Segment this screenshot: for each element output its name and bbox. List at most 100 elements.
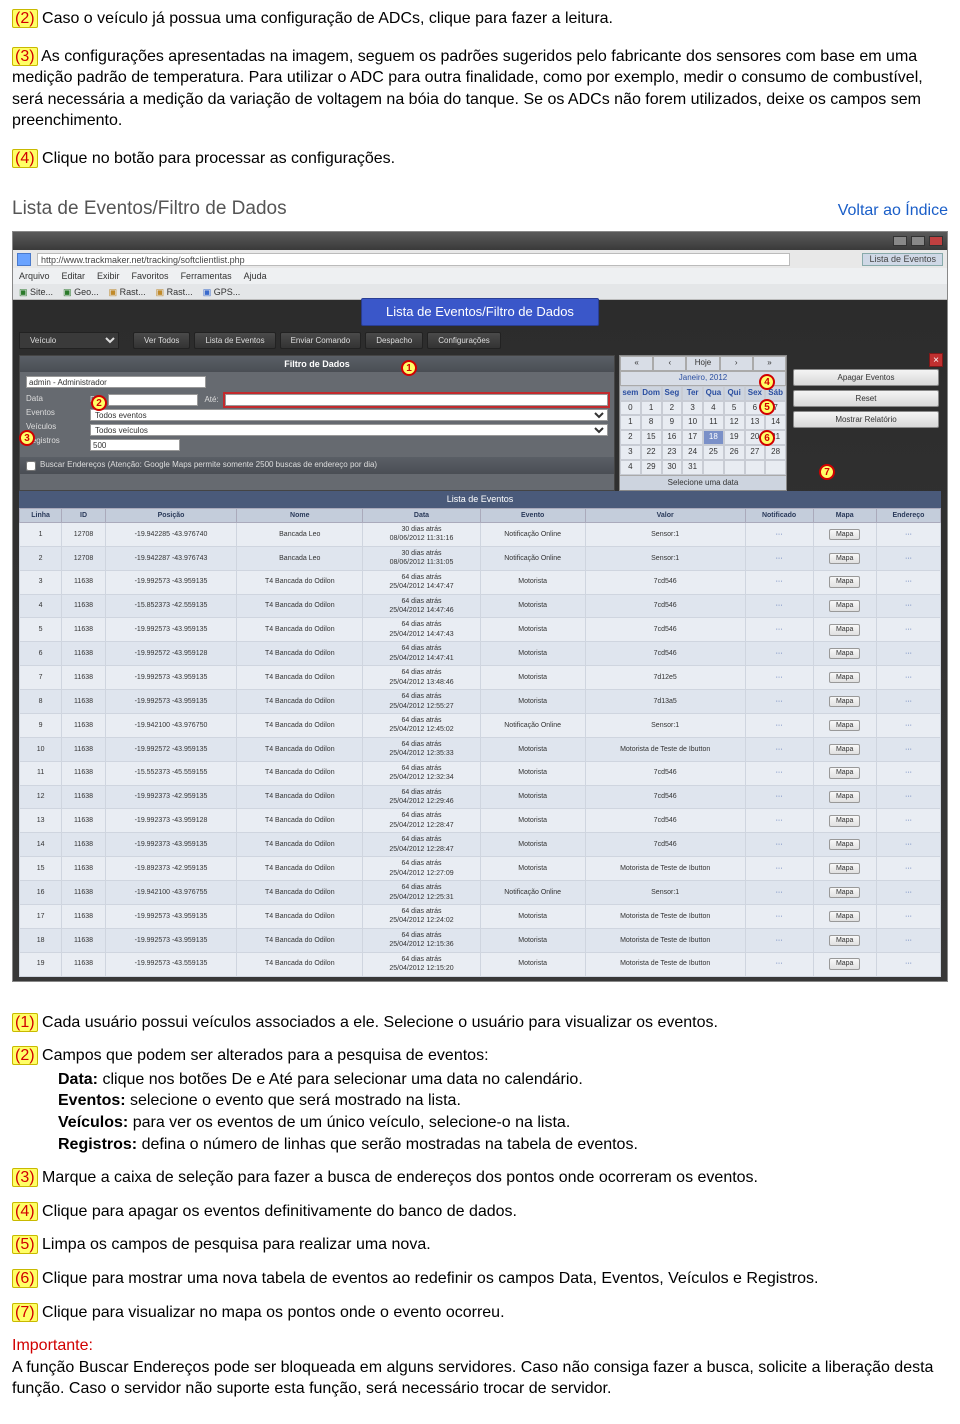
- date-from-input[interactable]: [108, 394, 198, 406]
- menu-item[interactable]: Ferramentas: [181, 270, 232, 282]
- cal-cell[interactable]: 0: [620, 401, 641, 416]
- fav-item[interactable]: ▣ Geo...: [63, 286, 99, 298]
- cal-cell[interactable]: 2: [662, 401, 683, 416]
- mapa-button[interactable]: Mapa: [829, 911, 861, 922]
- cal-cell[interactable]: 1: [641, 401, 662, 416]
- address-search-checkbox[interactable]: [26, 461, 36, 471]
- eventos-select[interactable]: Todos eventos: [90, 409, 608, 421]
- cal-cell[interactable]: 30: [662, 460, 683, 475]
- menu-item[interactable]: Exibir: [97, 270, 120, 282]
- table-cell: 7cd546: [585, 642, 745, 666]
- mapa-button[interactable]: Mapa: [829, 839, 861, 850]
- mapa-button[interactable]: Mapa: [829, 935, 861, 946]
- mapa-button[interactable]: Mapa: [829, 744, 861, 755]
- mapa-button[interactable]: Mapa: [829, 887, 861, 898]
- fav-item[interactable]: ▣ Rast...: [109, 286, 146, 298]
- address-bar[interactable]: http://www.trackmaker.net/tracking/softc…: [37, 253, 790, 266]
- note-number: (1): [12, 1013, 38, 1032]
- cal-cell[interactable]: 16: [662, 430, 683, 445]
- enviar-comando-button[interactable]: Enviar Comando: [280, 332, 362, 349]
- note-text: Limpa os campos de pesquisa para realiza…: [38, 1236, 431, 1253]
- cal-cell[interactable]: 15: [641, 430, 662, 445]
- fav-item[interactable]: ▣ GPS...: [203, 286, 241, 298]
- mapa-button[interactable]: Mapa: [829, 696, 861, 707]
- minimize-icon[interactable]: [893, 236, 907, 246]
- table-cell: 64 dias atrás25/04/2012 12:35:33: [363, 737, 480, 761]
- despacho-button[interactable]: Despacho: [365, 332, 423, 349]
- mapa-button[interactable]: Mapa: [829, 529, 861, 540]
- cal-cell[interactable]: 31: [682, 460, 703, 475]
- cal-next-1[interactable]: ›: [720, 356, 753, 371]
- mapa-button[interactable]: Mapa: [829, 815, 861, 826]
- table-cell: T4 Bancada do Odilon: [237, 857, 363, 881]
- table-cell: T4 Bancada do Odilon: [237, 594, 363, 618]
- mapa-button[interactable]: Mapa: [829, 576, 861, 587]
- cal-cell[interactable]: 28: [765, 445, 786, 460]
- cal-cell[interactable]: 4: [620, 460, 641, 475]
- mapa-button[interactable]: Mapa: [829, 624, 861, 635]
- cal-cell[interactable]: 8: [641, 415, 662, 430]
- cal-cell[interactable]: 24: [682, 445, 703, 460]
- cal-cell[interactable]: 3: [682, 401, 703, 416]
- mapa-button[interactable]: Mapa: [829, 600, 861, 611]
- mapa-button[interactable]: Mapa: [829, 720, 861, 731]
- note-number: (4): [12, 1202, 38, 1221]
- cal-cell[interactable]: 1: [620, 415, 641, 430]
- mapa-button[interactable]: Mapa: [829, 553, 861, 564]
- cal-cell[interactable]: 22: [641, 445, 662, 460]
- lista-eventos-button[interactable]: Lista de Eventos: [194, 332, 275, 349]
- cal-cell[interactable]: 27: [745, 445, 766, 460]
- ver-todos-button[interactable]: Ver Todos: [133, 332, 190, 349]
- mapa-button[interactable]: Mapa: [829, 791, 861, 802]
- cal-cell[interactable]: 9: [662, 415, 683, 430]
- cal-cell[interactable]: 11: [703, 415, 724, 430]
- mapa-button[interactable]: Mapa: [829, 648, 861, 659]
- user-select[interactable]: [26, 376, 206, 388]
- vehicle-select[interactable]: Veículo: [19, 332, 119, 349]
- configuracoes-button[interactable]: Configurações: [427, 332, 501, 349]
- step-number: (3): [12, 47, 38, 66]
- apagar-eventos-button[interactable]: Apagar Eventos: [793, 369, 939, 386]
- mostrar-relatorio-button[interactable]: Mostrar Relatório: [793, 411, 939, 428]
- cal-cell[interactable]: 18: [703, 430, 724, 445]
- mapa-button[interactable]: Mapa: [829, 863, 861, 874]
- cal-cell[interactable]: 23: [662, 445, 683, 460]
- reset-button[interactable]: Reset: [793, 390, 939, 407]
- cal-next[interactable]: »: [753, 356, 786, 371]
- cal-cell[interactable]: 17: [682, 430, 703, 445]
- cal-cell[interactable]: 2: [620, 430, 641, 445]
- cal-cell[interactable]: 5: [724, 401, 745, 416]
- date-to-input[interactable]: [225, 394, 608, 406]
- cal-cell: [765, 460, 786, 475]
- veiculos-select[interactable]: Todos veículos: [90, 424, 608, 436]
- cal-cell[interactable]: 19: [724, 430, 745, 445]
- cal-cell[interactable]: 4: [703, 401, 724, 416]
- menu-item[interactable]: Arquivo: [19, 270, 50, 282]
- cal-cell[interactable]: 29: [641, 460, 662, 475]
- registros-input[interactable]: [90, 439, 180, 451]
- menu-item[interactable]: Favoritos: [132, 270, 169, 282]
- cal-today[interactable]: Hoje: [686, 356, 719, 371]
- cal-cell[interactable]: 14: [765, 415, 786, 430]
- cal-prev-1[interactable]: ‹: [653, 356, 686, 371]
- back-to-index-link[interactable]: Voltar ao Índice: [838, 200, 948, 222]
- mapa-button[interactable]: Mapa: [829, 767, 861, 778]
- cal-cell[interactable]: 12: [724, 415, 745, 430]
- mapa-button[interactable]: Mapa: [829, 958, 861, 969]
- cal-cell[interactable]: 13: [745, 415, 766, 430]
- close-window-icon[interactable]: [929, 236, 943, 246]
- mapa-button[interactable]: Mapa: [829, 672, 861, 683]
- menu-item[interactable]: Ajuda: [244, 270, 267, 282]
- cal-cell[interactable]: 10: [682, 415, 703, 430]
- fav-item[interactable]: ▣ Rast...: [156, 286, 193, 298]
- fav-item[interactable]: ▣ Site...: [19, 286, 53, 298]
- cal-cell[interactable]: 25: [703, 445, 724, 460]
- maximize-icon[interactable]: [911, 236, 925, 246]
- browser-tab[interactable]: Lista de Eventos: [862, 253, 943, 266]
- cal-cell[interactable]: 3: [620, 445, 641, 460]
- cal-prev[interactable]: «: [620, 356, 653, 371]
- close-panel-icon[interactable]: ×: [929, 353, 943, 367]
- menu-item[interactable]: Editar: [62, 270, 86, 282]
- label-veiculos: Veículos: [26, 422, 82, 433]
- cal-cell[interactable]: 26: [724, 445, 745, 460]
